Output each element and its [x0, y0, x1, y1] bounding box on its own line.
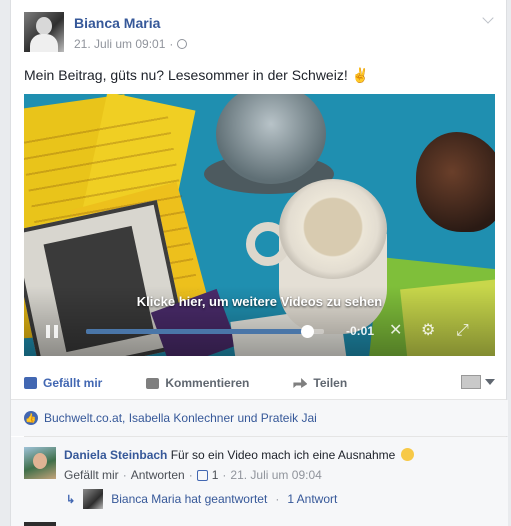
post-meta: 21. Juli um 09:01 · [74, 37, 188, 51]
comment-label: Kommentieren [165, 376, 250, 390]
mute-icon[interactable]: ✕ [389, 323, 402, 339]
likes-summary: 👍 Buchwelt.co.at, Isabella Konlechner un… [24, 411, 317, 425]
like-count-icon [196, 469, 208, 481]
progress-knob[interactable] [301, 325, 315, 338]
comment-text: Für so ein Video mach ich eine Ausnahme [170, 448, 396, 462]
comment-icon [146, 377, 160, 389]
comment-meta: Gefällt mir · Antworten · 1 · 21. Juli u… [64, 468, 322, 482]
post-text: Mein Beitrag, güts nu? Lesesommer in der… [24, 67, 369, 84]
comment-like-link[interactable]: Gefällt mir [64, 468, 119, 482]
comment: Daniela Steinbach Für so ein Video mach … [64, 448, 414, 462]
video-player[interactable]: Klicke hier, um weitere Videos zu sehen … [24, 94, 495, 356]
page-avatar [461, 375, 481, 389]
like-label: Gefällt mir [43, 376, 103, 390]
meta-separator: · [169, 37, 174, 51]
reply-summary[interactable]: ↳ Bianca Maria hat geantwortet · 1 Antwo… [66, 489, 337, 509]
post-timestamp[interactable]: 21. Juli um 09:01 [74, 37, 165, 51]
caret-down-icon [485, 379, 495, 385]
action-bar: Gefällt mir Kommentieren Teilen [24, 372, 495, 394]
post-body: Mein Beitrag, güts nu? Lesesommer in der… [24, 67, 348, 83]
next-comment-avatar[interactable] [24, 522, 56, 526]
peace-emoji: ✌ [351, 67, 370, 83]
reply-avatar [83, 489, 104, 509]
smile-emoji-icon [400, 448, 414, 461]
time-remaining: -0:01 [346, 324, 375, 338]
thumbs-up-icon [24, 377, 37, 389]
meta-separator: · [222, 468, 227, 482]
reply-count[interactable]: 1 Antwort [287, 492, 337, 506]
more-videos-cta[interactable]: Klicke hier, um weitere Videos zu sehen [24, 294, 495, 309]
post-as-selector[interactable] [461, 375, 495, 389]
video-frame-shape [279, 179, 387, 279]
comment-author[interactable]: Daniela Steinbach [64, 448, 167, 462]
likers-link[interactable]: Buchwelt.co.at, Isabella Konlechner und … [44, 411, 317, 425]
progress-fill [86, 329, 308, 334]
author-avatar[interactable] [24, 12, 64, 52]
meta-separator: · [122, 468, 127, 482]
share-button[interactable]: Teilen [293, 376, 347, 390]
post-card: Bianca Maria 21. Juli um 09:01 · Mein Be… [10, 0, 508, 526]
globe-icon[interactable] [177, 39, 188, 49]
like-badge-icon: 👍 [24, 411, 38, 425]
fullscreen-icon[interactable]: ⤢ [456, 323, 469, 339]
reply-arrow-icon: ↳ [66, 493, 76, 506]
comment-timestamp[interactable]: 21. Juli um 09:04 [230, 468, 321, 482]
chevron-down-icon[interactable] [482, 12, 494, 24]
share-icon [293, 378, 308, 388]
meta-separator: · [188, 468, 193, 482]
like-button[interactable]: Gefällt mir [24, 376, 102, 390]
comment-button[interactable]: Kommentieren [146, 376, 249, 390]
settings-icon[interactable]: ⚙ [421, 323, 435, 339]
post-author[interactable]: Bianca Maria [74, 15, 160, 31]
comment-like-count[interactable]: 1 [212, 468, 219, 482]
comment-reply-link[interactable]: Antworten [131, 468, 185, 482]
video-frame-shape [416, 132, 495, 232]
commenter-avatar[interactable] [24, 447, 56, 479]
reply-text[interactable]: Bianca Maria hat geantwortet [111, 492, 267, 506]
meta-separator: · [275, 492, 280, 506]
progress-bar[interactable] [86, 325, 324, 338]
pause-icon[interactable] [46, 325, 58, 338]
video-controls: -0:01 ✕ ⚙ ⤢ [24, 318, 495, 344]
share-label: Teilen [313, 376, 348, 390]
